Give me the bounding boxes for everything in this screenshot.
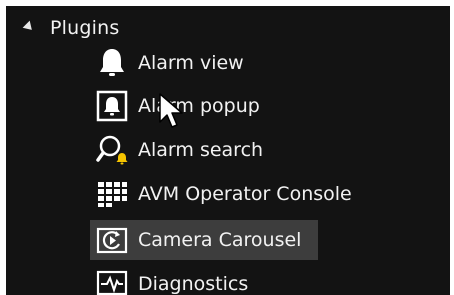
bell-popup-icon [94, 88, 130, 124]
tree-item-camera-carousel[interactable]: Camera Carousel [90, 220, 318, 260]
tree-item-alarm-popup[interactable]: Alarm popup [90, 86, 400, 126]
operator-console-grid-icon [94, 176, 130, 212]
collapse-triangle-icon[interactable] [22, 20, 36, 34]
plugins-group-header[interactable]: Plugins [22, 14, 120, 42]
tree-item-label: Diagnostics [138, 273, 249, 295]
plugins-tree-panel: Plugins Alarm view Alarm popup Alarm sea… [6, 6, 450, 295]
bell-icon [94, 45, 130, 81]
tree-item-label: AVM Operator Console [138, 183, 352, 205]
alarm-search-icon [94, 132, 130, 168]
tree-item-alarm-search[interactable]: Alarm search [90, 130, 400, 170]
plugins-group-label: Plugins [50, 17, 120, 39]
tree-item-diagnostics[interactable]: Diagnostics [90, 264, 400, 295]
tree-item-label: Alarm search [138, 139, 264, 161]
tree-item-label: Alarm popup [138, 95, 260, 117]
tree-item-label: Camera Carousel [138, 229, 302, 251]
tree-item-alarm-view[interactable]: Alarm view [90, 43, 400, 83]
mouse-cursor-icon [159, 93, 183, 128]
tree-item-label: Alarm view [138, 52, 244, 74]
diagnostics-icon [94, 266, 130, 295]
tree-item-avm-operator-console[interactable]: AVM Operator Console [90, 174, 400, 214]
camera-carousel-icon [94, 222, 130, 258]
